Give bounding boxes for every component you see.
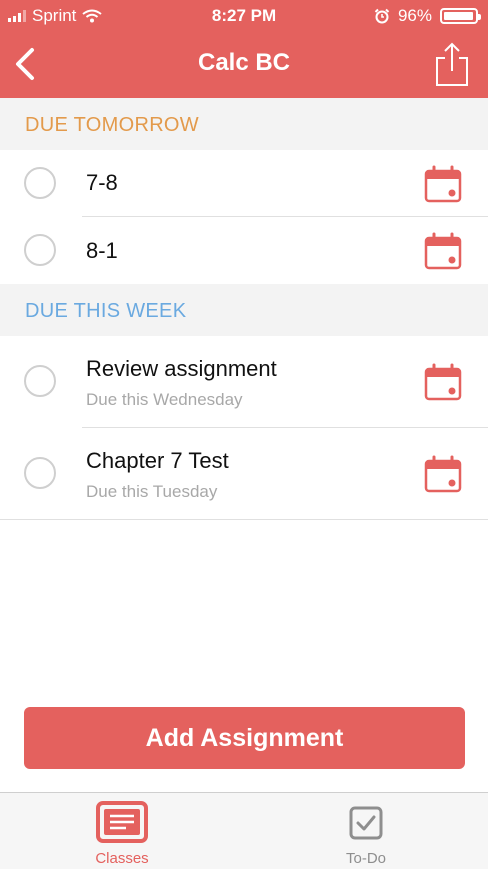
share-icon[interactable]: [434, 40, 470, 88]
assignment-row[interactable]: Review assignment Due this Wednesday: [0, 336, 488, 427]
complete-checkbox[interactable]: [24, 234, 56, 266]
complete-checkbox[interactable]: [24, 457, 56, 489]
status-bar: Sprint 8:27 PM 96%: [0, 0, 488, 32]
tab-to-do[interactable]: To-Do: [296, 793, 436, 869]
assignment-row[interactable]: Chapter 7 Test Due this Tuesday: [0, 428, 488, 519]
calendar-icon[interactable]: [424, 455, 462, 493]
todo-icon: [349, 806, 383, 840]
tab-classes-label: Classes: [95, 850, 149, 867]
assignment-title: 8-1: [86, 238, 118, 263]
section-title: DUE THIS WEEK: [25, 300, 187, 322]
assignment-row[interactable]: 7-8: [0, 150, 488, 216]
classes-icon: [96, 801, 148, 843]
status-right: 96%: [374, 6, 481, 26]
section-header-due-this-week: DUE THIS WEEK: [0, 284, 488, 336]
app-header: Sprint 8:27 PM 96% Calc BC: [0, 0, 488, 98]
assignment-row[interactable]: 8-1: [0, 217, 488, 284]
calendar-icon[interactable]: [424, 165, 462, 203]
battery-percent: 96%: [397, 6, 432, 25]
calendar-icon[interactable]: [424, 363, 462, 401]
assignment-title: Chapter 7 Test: [86, 448, 229, 473]
tab-to-do-label: To-Do: [345, 850, 386, 867]
page-title: Calc BC: [197, 49, 291, 76]
assignment-title: Review assignment: [86, 356, 277, 381]
battery-icon: [440, 8, 481, 24]
complete-checkbox[interactable]: [24, 167, 56, 199]
calendar-icon[interactable]: [424, 232, 462, 270]
alarm-icon: [374, 8, 390, 24]
list-end-divider: [0, 519, 488, 520]
assignment-due-date: Due this Tuesday: [86, 482, 218, 501]
tab-bar: Classes To-Do: [0, 792, 488, 869]
complete-checkbox[interactable]: [24, 365, 56, 397]
assignment-due-date: Due this Wednesday: [86, 390, 243, 409]
section-header-due-tomorrow: DUE TOMORROW: [0, 98, 488, 150]
assignment-title: 7-8: [86, 170, 118, 195]
section-title: DUE TOMORROW: [25, 114, 199, 136]
tab-classes[interactable]: Classes: [52, 793, 192, 869]
add-assignment-button[interactable]: Add Assignment: [24, 707, 465, 769]
nav-bar: Calc BC: [0, 32, 488, 98]
